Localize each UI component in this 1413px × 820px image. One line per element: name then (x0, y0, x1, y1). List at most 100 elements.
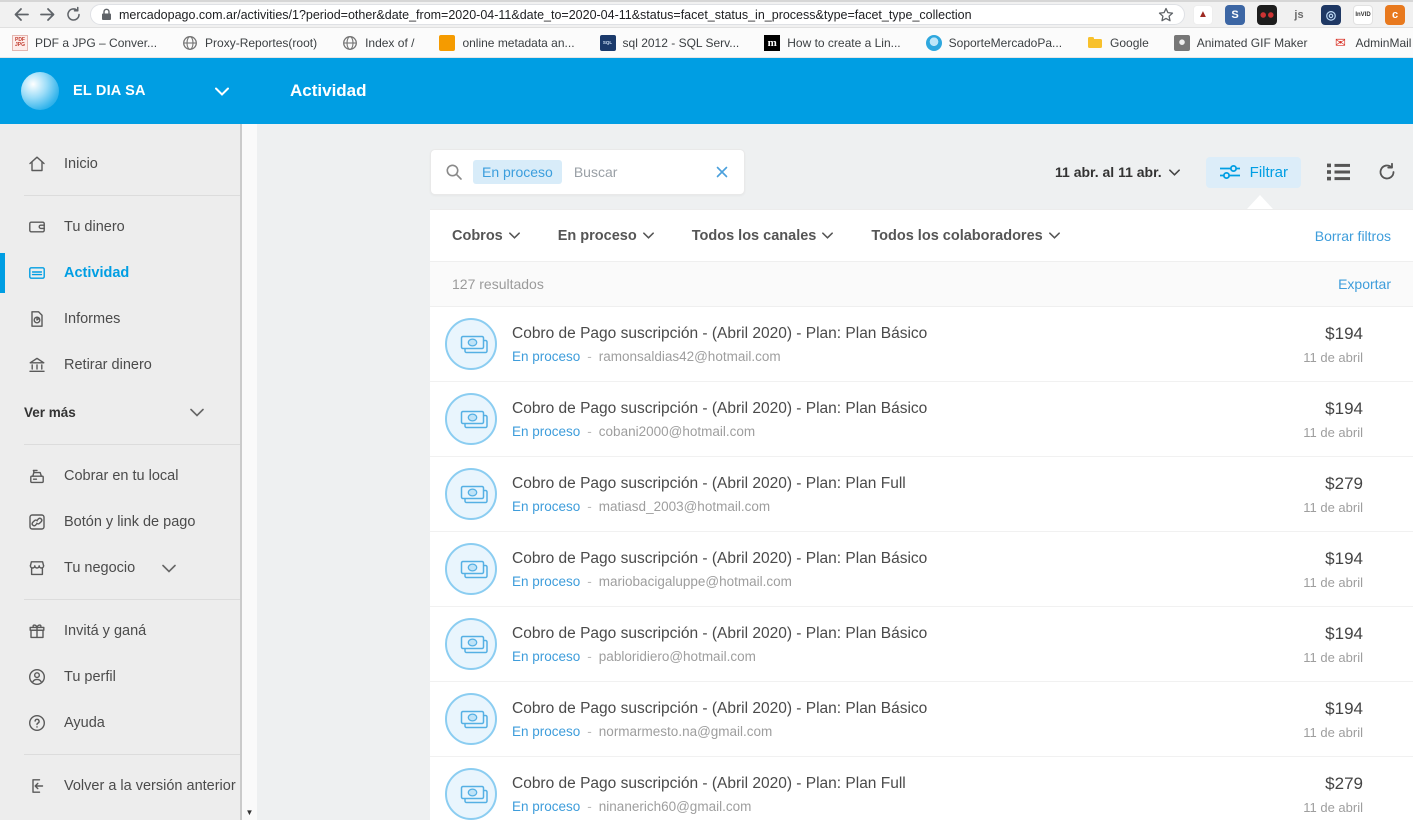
close-icon (714, 164, 730, 180)
account-logo (21, 72, 59, 110)
bookmark-soporte-mercadopago[interactable]: SoporteMercadoPa... (926, 35, 1062, 51)
payer-email: matiasd_2003@hotmail.com (599, 499, 770, 514)
bookmark-proxy-reportes[interactable]: Proxy-Reportes(root) (182, 35, 317, 51)
back-arrow-icon (13, 6, 30, 23)
transaction-title: Cobro de Pago suscripción - (Abril 2020)… (512, 775, 906, 793)
forward-button[interactable] (34, 3, 60, 27)
sidebar-item-informes[interactable]: Informes (0, 296, 240, 342)
dropdown-status[interactable]: En proceso (558, 228, 654, 244)
transaction-row[interactable]: Cobro de Pago suscripción - (Abril 2020)… (430, 382, 1413, 457)
transaction-title: Cobro de Pago suscripción - (Abril 2020)… (512, 475, 906, 493)
payment-bills-icon (445, 468, 497, 520)
sidebar-item-invita-y-gana[interactable]: Invitá y ganá (0, 608, 240, 654)
dropdown-collaborators[interactable]: Todos los colaboradores (871, 228, 1059, 244)
separator: - (587, 499, 592, 514)
sidebar-item-tu-perfil[interactable]: Tu perfil (0, 654, 240, 700)
extensions-area: ▲ S js ◎ InVID c (1193, 5, 1405, 25)
account-switcher[interactable]: EL DIA SA (0, 58, 257, 124)
filter-button[interactable]: Filtrar (1206, 157, 1301, 188)
mask-extension-icon[interactable] (1257, 5, 1277, 25)
filters-row: Cobros En proceso Todos los canales Todo… (430, 210, 1413, 261)
chevron-down-icon (509, 232, 520, 239)
sidebar-item-volver-version-anterior[interactable]: Volver a la versión anterior (0, 763, 240, 809)
app-header: EL DIA SA Actividad (0, 58, 1413, 124)
results-panel: Cobros En proceso Todos los canales Todo… (430, 209, 1413, 820)
sidebar-item-tu-negocio[interactable]: Tu negocio (0, 545, 240, 591)
separator: - (587, 574, 592, 589)
transaction-row[interactable]: Cobro de Pago suscripción - (Abril 2020)… (430, 532, 1413, 607)
bookmark-index-of[interactable]: Index of / (342, 35, 414, 51)
bookmark-star-icon[interactable] (1158, 7, 1174, 23)
mercadopago-favicon (926, 35, 942, 51)
transaction-amount: $194 (1303, 699, 1363, 719)
s-extension-icon[interactable]: S (1225, 5, 1245, 25)
mail-favicon: ✉ (1332, 35, 1348, 51)
search-input[interactable]: En proceso Buscar (430, 149, 745, 195)
transaction-row[interactable]: Cobro de Pago suscripción - (Abril 2020)… (430, 307, 1413, 382)
bookmark-pdf-a-jpg[interactable]: PDFJPG PDF a JPG – Conver... (12, 35, 157, 51)
bookmark-how-to-create[interactable]: m How to create a Lin... (764, 35, 900, 51)
bookmark-adminmail[interactable]: ✉ AdminMail (1332, 35, 1411, 51)
capture-extension-icon[interactable]: ◎ (1321, 5, 1341, 25)
export-link[interactable]: Exportar (1338, 276, 1391, 292)
sidebar-item-ayuda[interactable]: Ayuda (0, 700, 240, 746)
reload-button[interactable] (60, 3, 86, 27)
transaction-amount: $279 (1303, 774, 1363, 794)
refresh-button[interactable] (1377, 162, 1397, 182)
sidebar-divider (24, 599, 240, 600)
back-button[interactable] (8, 3, 34, 27)
transaction-row[interactable]: Cobro de Pago suscripción - (Abril 2020)… (430, 457, 1413, 532)
transaction-title: Cobro de Pago suscripción - (Abril 2020)… (512, 400, 927, 418)
chevron-down-icon (190, 408, 204, 417)
profile-icon (27, 667, 47, 687)
bookmark-online-metadata[interactable]: online metadata an... (439, 35, 574, 51)
clear-search-button[interactable] (714, 164, 730, 180)
address-bar[interactable]: mercadopago.com.ar/activities/1?period=o… (90, 4, 1185, 25)
date-range-selector[interactable]: 11 abr. al 11 abr. (1055, 164, 1180, 180)
transaction-amount: $194 (1303, 324, 1363, 344)
sidebar-scrollbar[interactable]: ▼ (240, 124, 257, 820)
sidebar-item-inicio[interactable]: Inicio (0, 141, 240, 187)
search-filter-chip[interactable]: En proceso (473, 160, 562, 184)
transaction-row[interactable]: Cobro de Pago suscripción - (Abril 2020)… (430, 682, 1413, 757)
colorzilla-extension-icon[interactable]: c (1385, 5, 1405, 25)
refresh-icon (1377, 162, 1397, 182)
clear-filters-link[interactable]: Borrar filtros (1315, 228, 1391, 244)
bookmark-folder-google[interactable]: Google (1087, 35, 1149, 51)
sidebar-item-ver-mas[interactable]: Ver más (0, 388, 240, 436)
scrollbar-down-arrow[interactable]: ▼ (242, 808, 257, 817)
payment-link-icon (27, 512, 47, 532)
sidebar-item-actividad[interactable]: Actividad (0, 250, 240, 296)
transaction-row[interactable]: Cobro de Pago suscripción - (Abril 2020)… (430, 607, 1413, 682)
sidebar-item-retirar-dinero[interactable]: Retirar dinero (0, 342, 240, 388)
main-content: En proceso Buscar 11 abr. al 11 abr. Fil… (257, 124, 1413, 820)
activity-card-icon (27, 263, 47, 283)
payment-bills-icon (445, 768, 497, 820)
page-header: Actividad (257, 58, 1413, 124)
sidebar-item-cobrar-en-tu-local[interactable]: Cobrar en tu local (0, 453, 240, 499)
filter-panel-caret (1247, 195, 1273, 209)
activity-toolbar: En proceso Buscar 11 abr. al 11 abr. Fil… (430, 149, 1397, 195)
sidebar-item-boton-y-link[interactable]: Botón y link de pago (0, 499, 240, 545)
folder-favicon (1087, 35, 1103, 51)
search-icon (445, 163, 463, 181)
browser-toolbar: mercadopago.com.ar/activities/1?period=o… (0, 0, 1413, 28)
transaction-date: 11 de abril (1303, 575, 1363, 590)
invid-extension-icon[interactable]: InVID (1353, 5, 1373, 25)
transaction-row[interactable]: Cobro de Pago suscripción - (Abril 2020)… (430, 757, 1413, 820)
dropdown-channels[interactable]: Todos los canales (692, 228, 834, 244)
account-name: EL DIA SA (73, 83, 146, 99)
sidebar-item-tu-dinero[interactable]: Tu dinero (0, 204, 240, 250)
transaction-amount: $279 (1303, 474, 1363, 494)
payer-email: mariobacigaluppe@hotmail.com (599, 574, 792, 589)
payer-email: ramonsaldias42@hotmail.com (599, 349, 781, 364)
payer-email: normarmesto.na@gmail.com (599, 724, 773, 739)
transaction-title: Cobro de Pago suscripción - (Abril 2020)… (512, 625, 927, 643)
bookmark-sql-2012[interactable]: SQL sql 2012 - SQL Serv... (600, 35, 740, 51)
dropdown-operation-type[interactable]: Cobros (452, 228, 520, 244)
medium-favicon: m (764, 35, 780, 51)
bookmark-animated-gif-maker[interactable]: Animated GIF Maker (1174, 35, 1308, 51)
list-view-button[interactable] (1327, 162, 1351, 182)
adobe-acrobat-extension-icon[interactable]: ▲ (1193, 5, 1213, 25)
js-extension-icon[interactable]: js (1289, 5, 1309, 25)
